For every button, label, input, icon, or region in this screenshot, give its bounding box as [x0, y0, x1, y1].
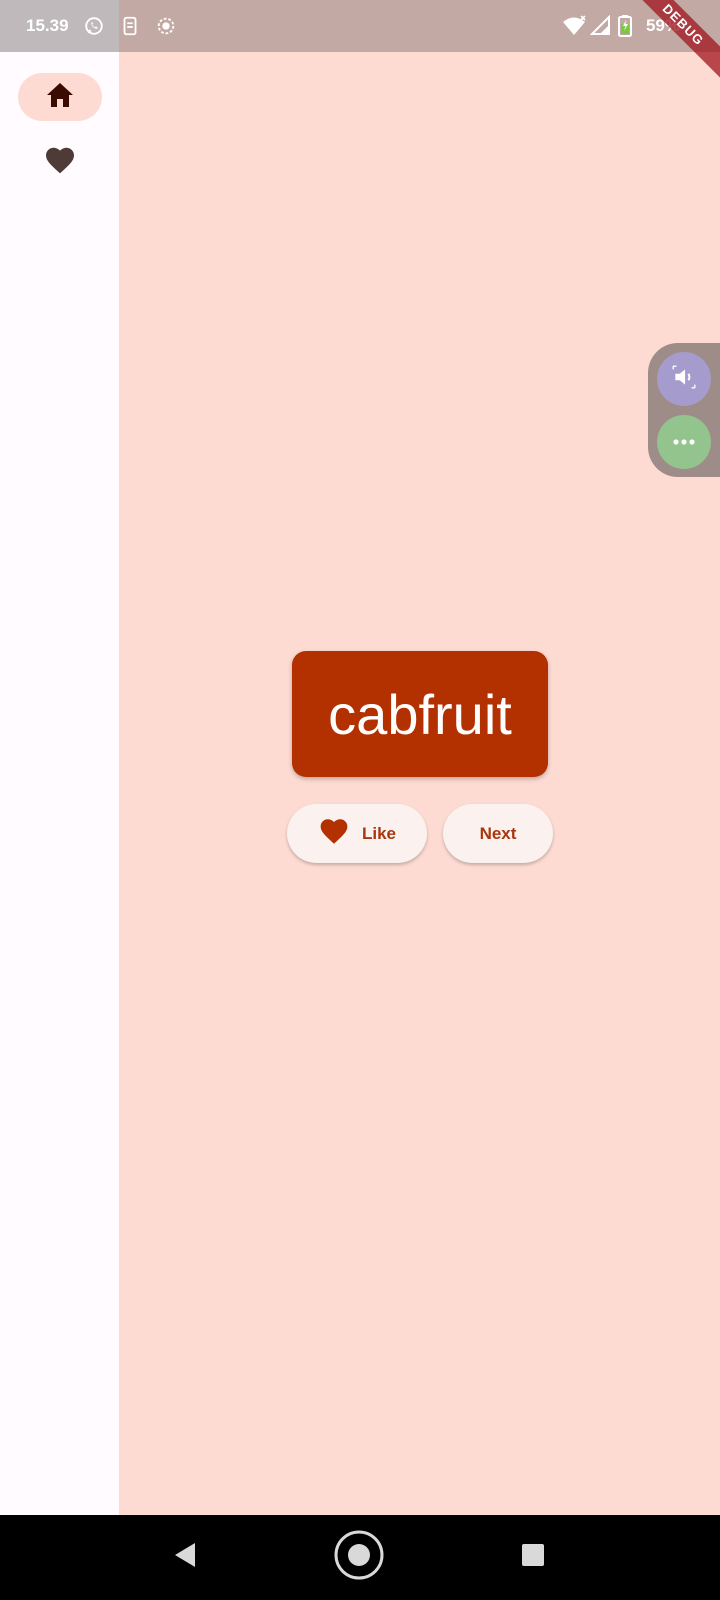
whatsapp-icon: [83, 15, 105, 37]
recents-square-icon: [521, 1543, 545, 1572]
back-triangle-icon: [173, 1542, 197, 1573]
next-button[interactable]: Next: [443, 804, 553, 863]
heart-icon: [318, 817, 350, 850]
battery-icon: [617, 15, 640, 37]
rail-item-favorites[interactable]: [18, 138, 102, 186]
floating-menu-panel: [648, 343, 720, 477]
word-card: cabfruit: [292, 651, 548, 777]
word-text: cabfruit: [328, 682, 512, 746]
next-label: Next: [479, 823, 517, 843]
like-label: Like: [361, 823, 397, 843]
rail-item-home[interactable]: [18, 73, 102, 121]
screen-record-icon: [155, 15, 177, 37]
home-circle-icon: [333, 1529, 385, 1586]
back-button[interactable]: [170, 1515, 200, 1600]
home-button[interactable]: [333, 1515, 385, 1600]
more-icon: [672, 433, 696, 451]
navigation-rail: [0, 52, 119, 1515]
status-bar: 15.39 59%: [0, 0, 720, 52]
wifi-icon: [562, 15, 586, 37]
more-button[interactable]: [657, 415, 711, 469]
system-navigation-bar: [0, 1515, 720, 1600]
volume-button[interactable]: [657, 352, 711, 406]
signal-icon: [589, 14, 612, 37]
volume-icon: [671, 364, 697, 395]
heart-icon: [44, 145, 76, 180]
main-content: [119, 52, 720, 1515]
sim-toolkit-icon: [119, 15, 141, 37]
home-icon: [45, 81, 75, 114]
status-bar-left: 15.39: [0, 15, 177, 37]
like-button[interactable]: Like: [287, 804, 427, 863]
recents-button[interactable]: [521, 1515, 545, 1600]
status-time: 15.39: [26, 16, 69, 35]
